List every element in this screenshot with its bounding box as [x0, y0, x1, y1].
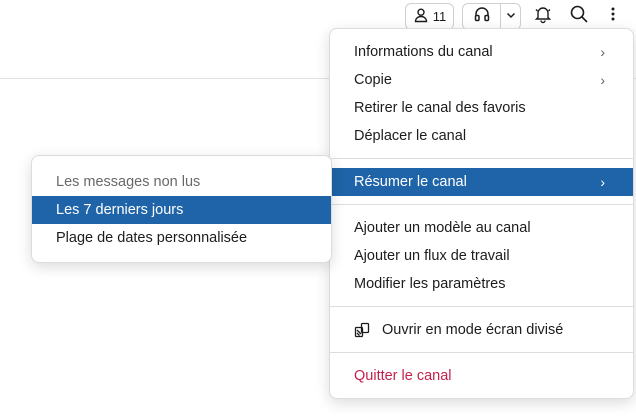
notifications-button[interactable] — [529, 3, 556, 30]
more-actions-button[interactable] — [603, 3, 623, 30]
menu-item-label: Copie — [354, 72, 392, 88]
menu-item-move-channel[interactable]: Déplacer le canal — [330, 122, 633, 150]
channel-toolbar: 11 — [0, 3, 636, 31]
huddle-button[interactable] — [463, 4, 500, 29]
menu-item-channel-info[interactable]: Informations du canal › — [330, 38, 633, 66]
summarize-submenu: Les messages non lus Les 7 derniers jour… — [31, 155, 332, 263]
menu-item-split-view[interactable]: Ouvrir en mode écran divisé — [330, 316, 633, 344]
huddle-options-button[interactable] — [501, 4, 520, 29]
menu-item-label: Quitter le canal — [354, 368, 452, 384]
members-button[interactable]: 11 — [405, 3, 454, 30]
huddle-control — [462, 3, 521, 30]
bell-off-icon — [533, 4, 553, 29]
submenu-item-label: Plage de dates personnalisée — [56, 230, 248, 246]
menu-item-label: Modifier les paramètres — [354, 276, 506, 292]
submenu-item-label: Les messages non lus — [56, 174, 201, 190]
menu-item-leave-channel[interactable]: Quitter le canal — [330, 362, 633, 390]
headphones-icon — [473, 5, 491, 28]
menu-item-add-template[interactable]: Ajouter un modèle au canal — [330, 214, 633, 242]
menu-item-edit-settings[interactable]: Modifier les paramètres — [330, 270, 633, 298]
menu-item-label: Ajouter un modèle au canal — [354, 220, 531, 236]
menu-item-summarize-channel[interactable]: Résumer le canal › — [330, 168, 633, 196]
menu-item-remove-favorite[interactable]: Retirer le canal des favoris — [330, 94, 633, 122]
menu-item-add-workflow[interactable]: Ajouter un flux de travail — [330, 242, 633, 270]
submenu-item-label: Les 7 derniers jours — [56, 202, 184, 218]
search-button[interactable] — [565, 3, 592, 30]
menu-divider — [330, 352, 633, 353]
channel-context-menu: Informations du canal › Copie › Retirer … — [329, 28, 634, 399]
submenu-item-last-7-days[interactable]: Les 7 derniers jours — [32, 196, 331, 224]
submenu-item-unread[interactable]: Les messages non lus — [32, 168, 331, 196]
menu-item-label: Retirer le canal des favoris — [354, 100, 526, 116]
chevron-right-icon: › — [600, 44, 605, 60]
menu-divider — [330, 158, 633, 159]
menu-item-copy[interactable]: Copie › — [330, 66, 633, 94]
menu-divider — [330, 204, 633, 205]
menu-item-label: Ajouter un flux de travail — [354, 248, 510, 264]
member-count: 11 — [432, 9, 447, 24]
search-icon — [569, 4, 589, 29]
split-screen-icon — [354, 322, 374, 338]
menu-item-label: Déplacer le canal — [354, 128, 467, 144]
chevron-down-icon — [505, 8, 517, 26]
person-icon — [413, 7, 429, 26]
menu-item-label: Résumer le canal — [354, 174, 467, 190]
submenu-item-custom-range[interactable]: Plage de dates personnalisée — [32, 224, 331, 252]
chevron-right-icon: › — [600, 174, 605, 190]
more-vertical-icon — [610, 6, 616, 27]
menu-item-label: Informations du canal — [354, 44, 493, 60]
chevron-right-icon: › — [600, 72, 605, 88]
menu-divider — [330, 306, 633, 307]
menu-item-label: Ouvrir en mode écran divisé — [382, 322, 564, 338]
